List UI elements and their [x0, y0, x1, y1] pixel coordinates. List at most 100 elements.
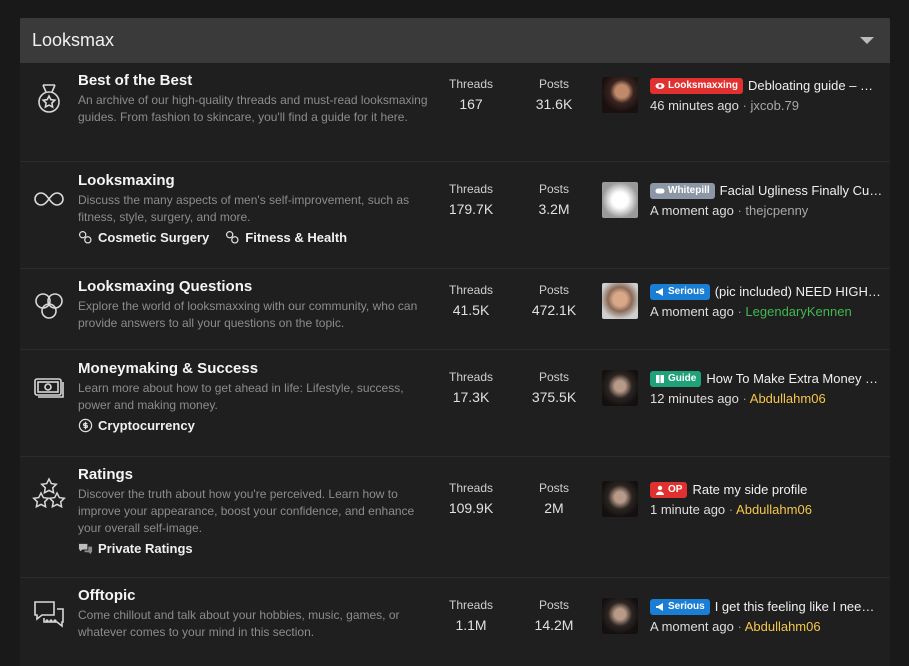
posts-stat: Posts 375.5K	[519, 370, 589, 407]
last-poster-link[interactable]: thejcpenny	[745, 203, 808, 218]
sub-forum-label[interactable]: Private Ratings	[98, 541, 193, 556]
avatar[interactable]	[602, 481, 638, 517]
last-poster-link[interactable]: LegendaryKennen	[745, 304, 851, 319]
node-title-link[interactable]: Looksmaxing	[78, 172, 428, 190]
threads-stat: Threads 109.9K	[436, 481, 506, 518]
badge-label: Guide	[668, 373, 697, 384]
posts-stat: Posts 472.1K	[519, 283, 589, 320]
avatar[interactable]	[602, 283, 638, 319]
node-title-link[interactable]: Ratings	[78, 466, 428, 484]
book-icon	[655, 374, 665, 384]
threads-count: 41.5K	[452, 302, 490, 318]
last-post-time[interactable]: 12 minutes ago	[650, 391, 739, 406]
avatar[interactable]	[602, 182, 638, 218]
last-poster-link[interactable]: Abdullahm06	[750, 391, 826, 406]
last-thread-title-link[interactable]: How To Make Extra Money …	[706, 370, 878, 388]
avatar[interactable]	[602, 77, 638, 113]
node-title-link[interactable]: Looksmaxing Questions	[78, 278, 428, 296]
last-post: OP Rate my side profile 1 minute ago · Abd…	[602, 481, 884, 518]
thread-prefix-badge[interactable]: Looksmaxxing	[650, 78, 744, 94]
sub-forum-link[interactable]: Cryptocurrency	[78, 418, 195, 433]
thread-prefix-badge[interactable]: OP	[650, 482, 688, 498]
node-main: Offtopic Come chillout and talk about you…	[78, 587, 428, 641]
node-list: Best of the Best An archive of our high-q…	[20, 63, 890, 666]
threads-stat: Threads 41.5K	[436, 283, 506, 320]
sub-forum-link[interactable]: Private Ratings	[78, 541, 193, 556]
last-thread-title-link[interactable]: Facial Ugliness Finally Cu…	[720, 182, 883, 200]
threads-label: Threads	[448, 77, 494, 91]
sub-forum-label[interactable]: Cryptocurrency	[98, 418, 195, 433]
sub-forum-label[interactable]: Fitness & Health	[245, 230, 347, 245]
last-post: Serious I get this feeling like I nee… A m…	[602, 598, 884, 635]
posts-count: 472.1K	[531, 302, 577, 318]
separator: ·	[728, 502, 734, 517]
threads-count: 167	[459, 96, 483, 112]
last-post-time[interactable]: A moment ago	[650, 304, 734, 319]
forum-node-row: Looksmaxing Questions Explore the world o…	[20, 268, 890, 349]
separator: ·	[737, 203, 742, 218]
last-poster-link[interactable]: jxcob.79	[751, 98, 799, 113]
thread-prefix-badge[interactable]: Serious	[650, 284, 710, 300]
separator: ·	[742, 391, 747, 406]
last-poster-link[interactable]: Abdullahm06	[736, 502, 812, 517]
sub-forum-list: Cryptocurrency	[78, 418, 428, 433]
last-post-time[interactable]: 46 minutes ago	[650, 98, 739, 113]
posts-label: Posts	[538, 182, 569, 196]
infinity-icon	[32, 182, 66, 216]
badge-label: Whitepill	[668, 185, 710, 196]
forum-node-row: Moneymaking & Success Learn more about ho…	[20, 349, 890, 456]
node-title-link[interactable]: Offtopic	[78, 587, 428, 605]
last-post-time[interactable]: 1 minute ago	[650, 502, 725, 517]
threads-label: Threads	[448, 283, 494, 297]
node-title-link[interactable]: Moneymaking & Success	[78, 360, 428, 378]
last-thread-title-link[interactable]: Debloating guide – …	[748, 77, 873, 95]
threads-label: Threads	[448, 370, 494, 384]
last-thread-title-link[interactable]: (pic included) NEED HIGH …	[715, 283, 884, 301]
sub-forum-icon	[78, 230, 93, 245]
sub-forum-link[interactable]: Fitness & Health	[225, 230, 347, 245]
node-description: An archive of our high-quality threads a…	[78, 93, 428, 124]
posts-count: 375.5K	[531, 389, 577, 405]
separator: ·	[737, 619, 742, 634]
eye-icon	[655, 81, 665, 91]
last-post-time[interactable]: A moment ago	[650, 203, 734, 218]
thread-prefix-badge[interactable]: Whitepill	[650, 183, 715, 199]
last-post-time[interactable]: A moment ago	[650, 619, 734, 634]
stars-icon	[32, 476, 66, 510]
last-thread-title-link[interactable]: Rate my side profile	[692, 481, 807, 499]
last-post: Looksmaxxing Debloating guide – … 46 minut…	[602, 77, 884, 114]
forum-node-row: Ratings Discover the truth about how you'…	[20, 456, 890, 577]
posts-label: Posts	[538, 77, 569, 91]
threads-label: Threads	[448, 481, 494, 495]
threads-count: 17.3K	[452, 389, 490, 405]
forum-category-block: Looksmax Best of the Best An archive of o…	[20, 18, 890, 666]
pill-icon	[655, 186, 665, 196]
posts-label: Posts	[538, 283, 569, 297]
megaphone-icon	[655, 602, 665, 612]
threads-count: 179.7K	[448, 201, 494, 217]
sub-forum-link[interactable]: Cosmetic Surgery	[78, 230, 209, 245]
avatar[interactable]	[602, 370, 638, 406]
category-title[interactable]: Looksmax	[32, 30, 114, 51]
sub-forum-label[interactable]: Cosmetic Surgery	[98, 230, 209, 245]
thread-prefix-badge[interactable]: Guide	[650, 371, 702, 387]
last-poster-link[interactable]: Abdullahm06	[745, 619, 821, 634]
money-icon	[32, 370, 66, 404]
last-thread-title-link[interactable]: I get this feeling like I nee…	[715, 598, 875, 616]
category-header[interactable]: Looksmax	[20, 18, 890, 63]
posts-count: 2M	[544, 500, 564, 516]
sub-forum-icon	[78, 418, 93, 433]
node-description: Discover the truth about how you're perc…	[78, 487, 415, 535]
node-title-link[interactable]: Best of the Best	[78, 72, 428, 90]
threads-count: 1.1M	[455, 617, 487, 633]
posts-count: 3.2M	[538, 201, 570, 217]
threads-label: Threads	[448, 598, 494, 612]
avatar[interactable]	[602, 598, 638, 634]
thread-prefix-badge[interactable]: Serious	[650, 599, 710, 615]
threads-stat: Threads 1.1M	[436, 598, 506, 635]
node-main: Moneymaking & Success Learn more about ho…	[78, 360, 428, 433]
separator: ·	[742, 98, 747, 113]
node-description: Learn more about how to get ahead in lif…	[78, 381, 404, 412]
collapse-toggle-icon[interactable]	[860, 37, 874, 44]
separator: ·	[737, 304, 742, 319]
